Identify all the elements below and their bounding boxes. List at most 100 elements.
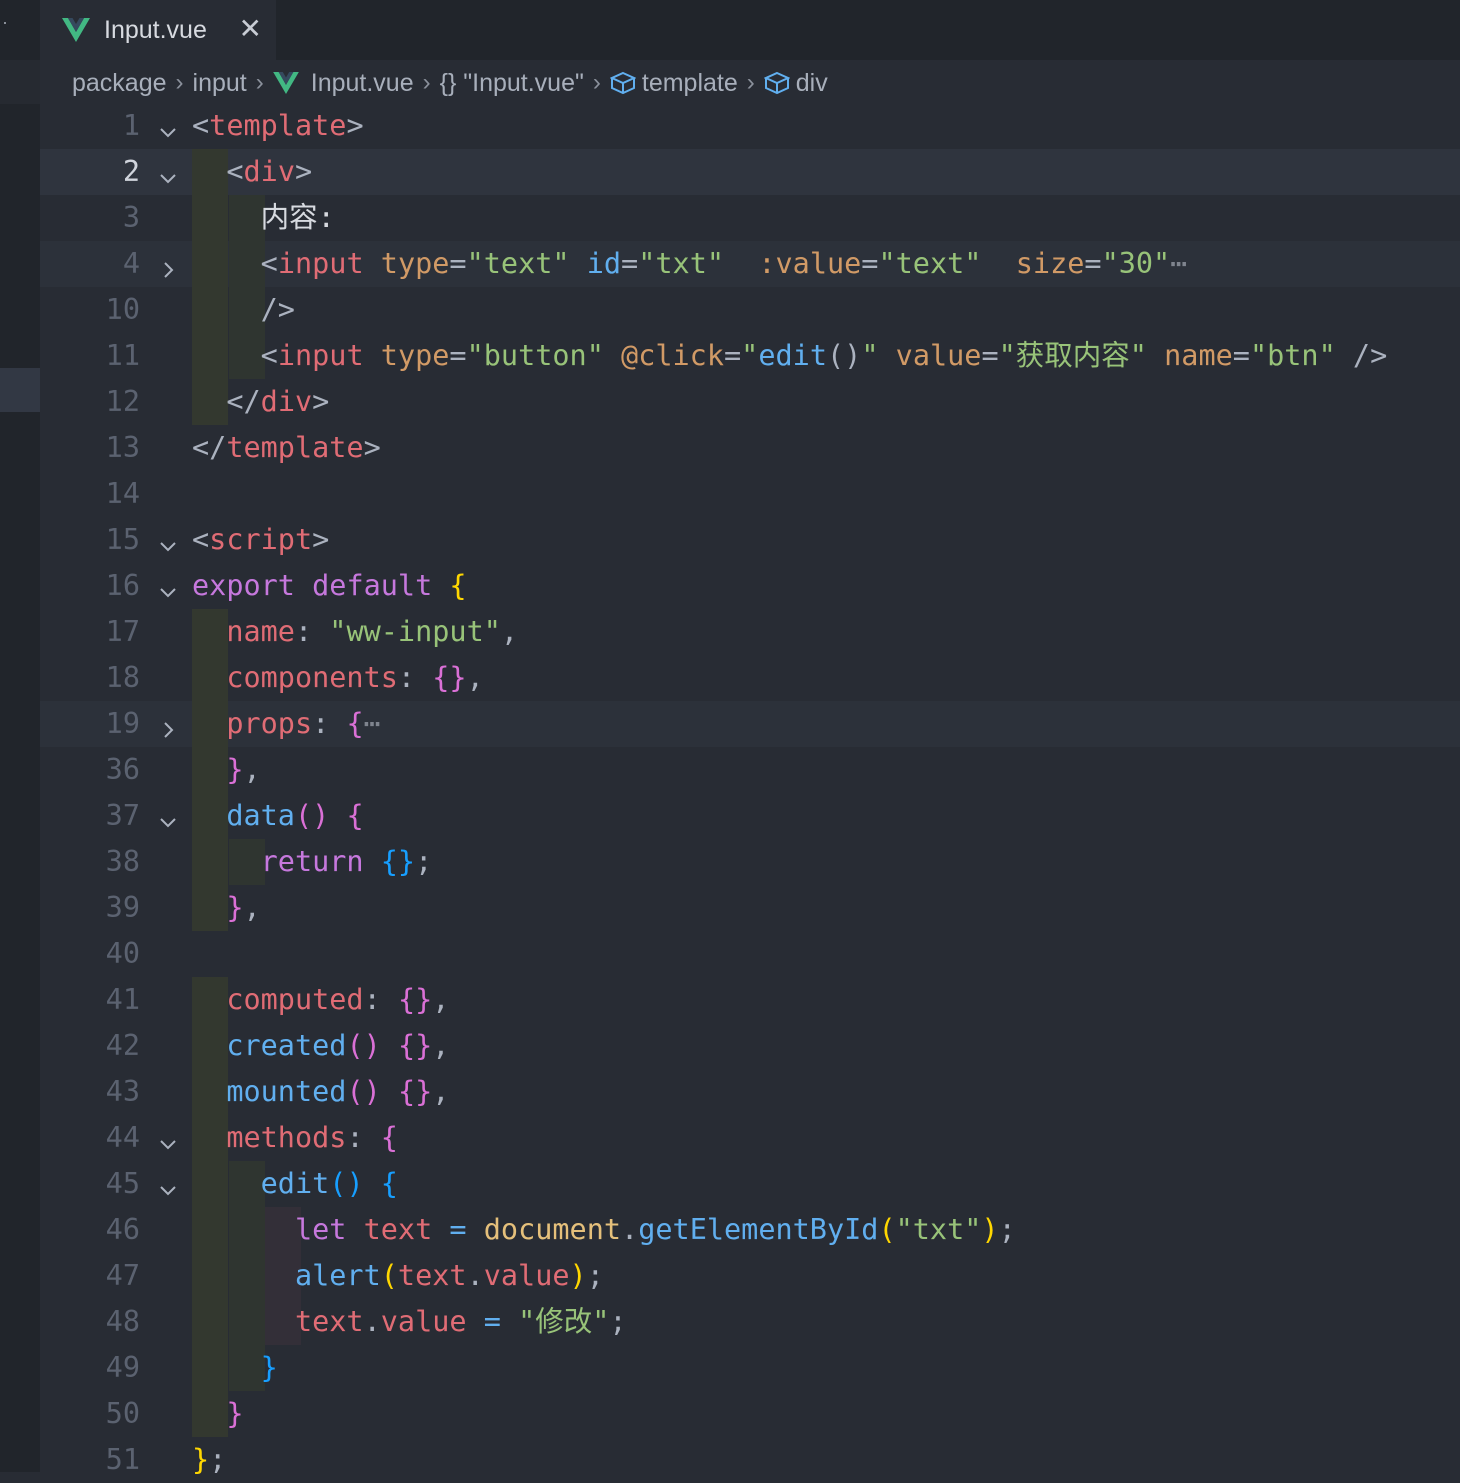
code-line[interactable]: 47 alert(text.value); [40,1253,1460,1299]
code-line[interactable]: 15 <script> [40,517,1460,563]
vue-icon [62,18,90,42]
code-text: </template> [192,431,381,464]
code-line[interactable]: 19 props: {⋯ [40,701,1460,747]
tab-label: Input.vue [104,15,207,44]
breadcrumb-item-package[interactable]: package [72,69,167,98]
code-line[interactable]: 49 } [40,1345,1460,1391]
cube-icon [609,71,636,95]
code-line[interactable]: 51}; [40,1437,1460,1483]
code-line[interactable]: 50 } [40,1391,1460,1437]
code-text: let text = document.getElementById("txt"… [294,1213,1016,1246]
code-line[interactable]: 40 [40,931,1460,977]
chevron-right-icon: › [592,69,601,96]
menu-dot-icon[interactable]: · [2,12,8,33]
chevron-right-icon[interactable] [158,254,178,278]
breadcrumb-item-template[interactable]: template [642,69,738,98]
code-text: } [260,1351,278,1384]
code-text: }; [192,1443,227,1476]
code-line[interactable]: 11 <input type="button" @click="edit()" … [40,333,1460,379]
chevron-down-icon[interactable] [158,806,178,828]
line-number: 41 [105,983,140,1016]
line-number: 10 [105,293,140,326]
line-number: 48 [105,1305,140,1338]
code-line[interactable]: 16 export default { [40,563,1460,609]
breadcrumb-item-module[interactable]: {} "Input.vue" [440,69,584,98]
cube-icon [763,71,790,95]
code-text: props: {⋯ [226,707,381,740]
code-line[interactable]: 2 <div> [40,149,1460,195]
line-number: 36 [105,753,140,786]
chevron-right-icon[interactable] [158,714,178,738]
activity-item-active[interactable] [0,368,40,412]
code-text: mounted() {}, [226,1075,450,1108]
code-line[interactable]: 18 components: {}, [40,655,1460,701]
code-line[interactable]: 17 name: "ww-input", [40,609,1460,655]
breadcrumb-item-div[interactable]: div [796,69,828,98]
line-number: 49 [105,1351,140,1384]
line-number: 18 [105,661,140,694]
code-line[interactable]: 41 computed: {}, [40,977,1460,1023]
code-text: components: {}, [226,661,484,694]
code-text: methods: { [226,1121,398,1154]
code-text: edit() { [260,1167,398,1200]
code-line[interactable]: 4 <input type="text" id="txt" :value="te… [40,241,1460,287]
line-number: 2 [122,155,140,188]
line-number: 38 [105,845,140,878]
code-text: alert(text.value); [294,1259,604,1292]
code-line[interactable]: 14 [40,471,1460,517]
code-line[interactable]: 39 }, [40,885,1460,931]
code-editor[interactable]: 1 <template> 2 <div> 3 内容: 4 <input type="te… [40,102,1460,1476]
tab-bar: Input.vue ✕ [40,0,1460,60]
chevron-down-icon[interactable] [158,576,178,598]
code-text: computed: {}, [226,983,450,1016]
breadcrumb-item-input[interactable]: input [193,69,247,98]
chevron-right-icon: › [175,69,184,96]
line-number: 3 [122,201,140,234]
code-line[interactable]: 37 data() { [40,793,1460,839]
code-line[interactable]: 38 return {}; [40,839,1460,885]
activity-item[interactable] [0,60,40,104]
code-text: } [226,1397,244,1430]
code-line[interactable]: 10 /> [40,287,1460,333]
code-text: }, [226,753,261,786]
activity-bar: · [0,0,40,1472]
line-number: 13 [105,431,140,464]
code-text: name: "ww-input", [226,615,519,648]
chevron-down-icon[interactable] [158,1174,178,1196]
code-line[interactable]: 45 edit() { [40,1161,1460,1207]
code-text: export default { [192,569,467,602]
code-line[interactable]: 46 let text = document.getElementById("t… [40,1207,1460,1253]
chevron-right-icon: › [422,69,431,96]
code-line[interactable]: 3 内容: [40,195,1460,241]
chevron-right-icon: › [746,69,755,96]
code-line[interactable]: 48 text.value = "修改"; [40,1299,1460,1345]
code-text: <template> [192,109,364,142]
code-line[interactable]: 12 </div> [40,379,1460,425]
breadcrumb-item-file[interactable]: Input.vue [311,69,414,98]
chevron-down-icon[interactable] [158,162,178,184]
code-line[interactable]: 43 mounted() {}, [40,1069,1460,1115]
line-number: 17 [105,615,140,648]
line-number: 11 [105,339,140,372]
code-line[interactable]: 1 <template> [40,103,1460,149]
close-icon[interactable]: ✕ [239,14,262,44]
line-number: 4 [122,247,140,280]
code-text: created() {}, [226,1029,450,1062]
line-number: 37 [105,799,140,832]
code-line[interactable]: 42 created() {}, [40,1023,1460,1069]
line-number: 39 [105,891,140,924]
line-number: 15 [105,523,140,556]
tab-input-vue[interactable]: Input.vue ✕ [40,0,276,60]
code-line[interactable]: 44 methods: { [40,1115,1460,1161]
chevron-down-icon[interactable] [158,530,178,552]
chevron-down-icon[interactable] [158,116,178,138]
chevron-right-icon: › [255,69,264,96]
line-number: 40 [105,937,140,970]
chevron-down-icon[interactable] [158,1128,178,1150]
code-text: <div> [226,155,313,188]
line-number: 14 [105,477,140,510]
vue-icon [272,72,299,94]
code-text: text.value = "修改"; [294,1305,627,1338]
code-line[interactable]: 36 }, [40,747,1460,793]
code-line[interactable]: 13 </template> [40,425,1460,471]
